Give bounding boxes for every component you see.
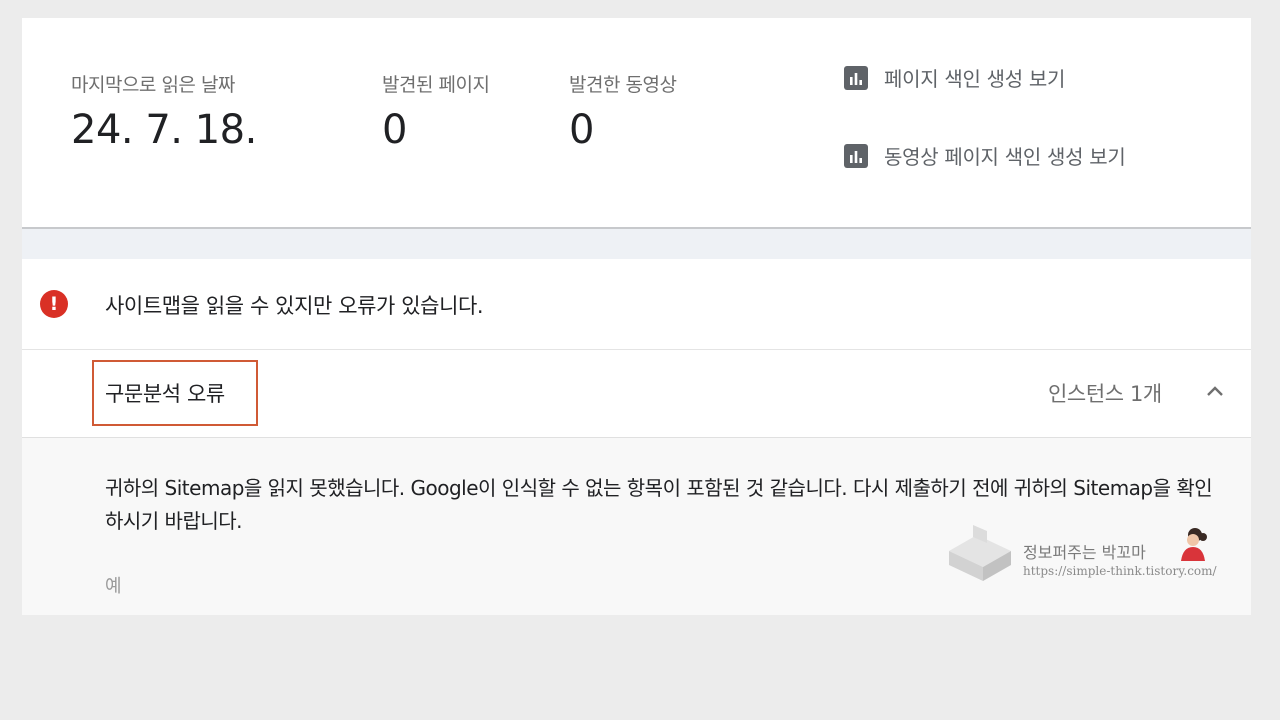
parse-error-row[interactable]: 구문분석 오류 인스턴스 1개 [22,350,1251,438]
watermark-logo-icon [949,525,1011,581]
section-divider-band [22,229,1251,259]
view-page-indexing-label: 페이지 색인 생성 보기 [884,67,1066,91]
bar-chart-icon [844,65,868,90]
stat-videos-found-value: 0 [569,107,594,153]
stat-pages-found: 발견된 페이지 0 [382,70,490,153]
watermark-blog-name: 정보퍼주는 박꼬마 [1023,543,1146,562]
stat-pages-found-value: 0 [382,107,407,153]
sitemap-error-banner: ! 사이트맵을 읽을 수 있지만 오류가 있습니다. [22,259,1251,350]
parse-error-example-label: 예 [105,576,122,597]
sitemap-stats-panel: 마지막으로 읽은 날짜 24. 7. 18. 발견된 페이지 0 발견한 동영상… [22,18,1251,229]
stat-videos-found: 발견한 동영상 0 [569,70,677,153]
error-message: 사이트맵을 읽을 수 있지만 오류가 있습니다. [105,294,484,318]
parse-error-title: 구문분석 오류 [105,382,225,406]
watermark-avatar-icon [1181,528,1207,561]
stat-last-read-value: 24. 7. 18. [71,107,257,153]
stat-last-read-label: 마지막으로 읽은 날짜 [71,74,235,96]
bar-chart-icon [844,143,868,168]
view-page-indexing-link[interactable]: 페이지 색인 생성 보기 [844,63,1065,92]
parse-error-detail: 귀하의 Sitemap을 읽지 못했습니다. Google이 인식할 수 없는 … [22,438,1251,615]
error-icon: ! [40,290,68,318]
view-video-indexing-label: 동영상 페이지 색인 생성 보기 [884,145,1126,169]
parse-error-instance-count: 인스턴스 1개 [1048,382,1162,406]
stat-pages-found-label: 발견된 페이지 [382,74,490,96]
watermark-blog-url: https://simple-think.tistory.com/ [1023,564,1217,578]
view-video-indexing-link[interactable]: 동영상 페이지 색인 생성 보기 [844,141,1126,170]
sitemap-details-card: 마지막으로 읽은 날짜 24. 7. 18. 발견된 페이지 0 발견한 동영상… [22,18,1251,615]
stat-videos-found-label: 발견한 동영상 [569,74,677,96]
chevron-up-icon[interactable] [1203,380,1227,404]
blog-watermark: 정보퍼주는 박꼬마 https://simple-think.tistory.c… [947,521,1247,591]
stat-last-read: 마지막으로 읽은 날짜 24. 7. 18. [71,70,257,153]
